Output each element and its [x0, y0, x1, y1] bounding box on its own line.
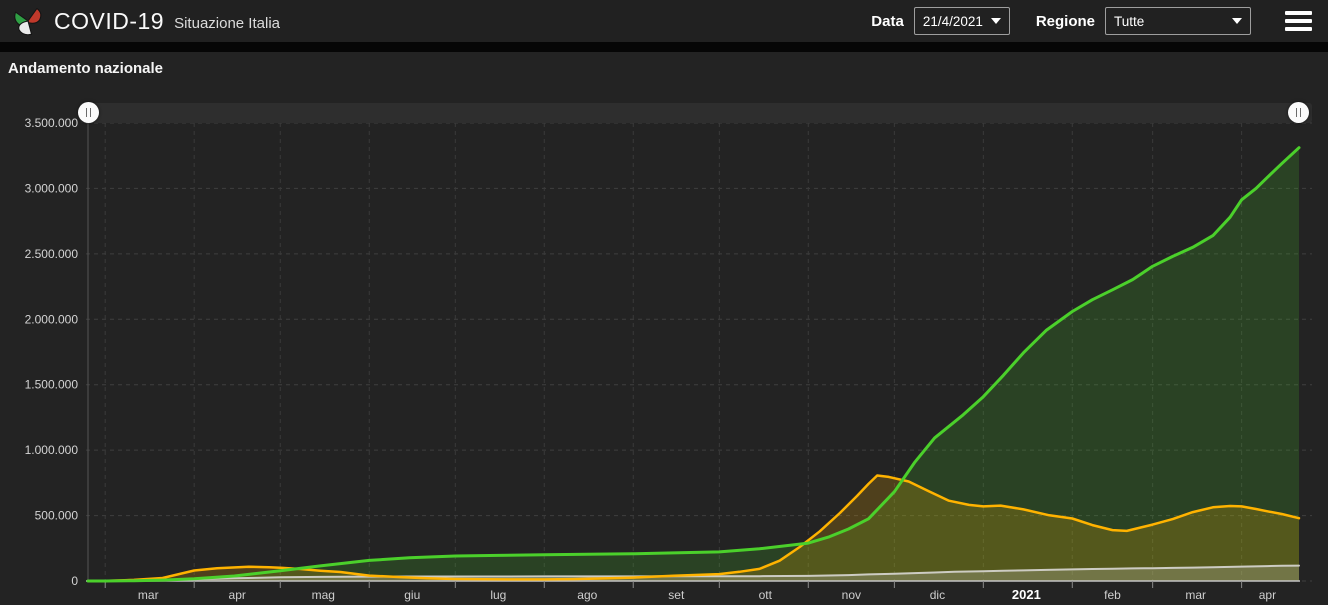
svg-text:2.000.000: 2.000.000 [25, 312, 79, 326]
svg-text:3.000.000: 3.000.000 [25, 181, 79, 195]
svg-text:2.500.000: 2.500.000 [25, 247, 79, 261]
svg-text:ott: ott [759, 588, 773, 602]
chart-areas [88, 147, 1299, 581]
svg-text:1.500.000: 1.500.000 [25, 378, 79, 392]
slider-grip-icon [1296, 108, 1301, 117]
svg-text:3.500.000: 3.500.000 [25, 116, 79, 130]
svg-text:dic: dic [930, 588, 945, 602]
svg-text:mar: mar [138, 588, 159, 602]
svg-text:feb: feb [1104, 588, 1121, 602]
date-range-slider-track[interactable] [80, 103, 1312, 123]
svg-text:giu: giu [404, 588, 420, 602]
date-range-slider-handle-left[interactable] [78, 102, 99, 123]
svg-text:2021: 2021 [1012, 587, 1041, 602]
svg-text:500.000: 500.000 [35, 509, 79, 523]
trend-chart[interactable]: 0 500.000 1.000.000 1.500.000 2.000.000 2.500… [0, 0, 1328, 605]
svg-text:nov: nov [842, 588, 861, 602]
svg-text:mag: mag [312, 588, 335, 602]
svg-text:mar: mar [1185, 588, 1206, 602]
svg-text:apr: apr [229, 588, 246, 602]
y-axis-labels: 0 500.000 1.000.000 1.500.000 2.000.000 2.500… [25, 116, 79, 588]
svg-text:set: set [668, 588, 685, 602]
date-range-slider-handle-right[interactable] [1288, 102, 1309, 123]
svg-text:lug: lug [490, 588, 506, 602]
svg-text:0: 0 [71, 574, 78, 588]
svg-text:ago: ago [577, 588, 597, 602]
x-axis-labels: mar apr mag giu lug ago set ott nov dic 2021 feb mar… [138, 587, 1276, 602]
svg-text:apr: apr [1259, 588, 1276, 602]
slider-grip-icon [86, 108, 91, 117]
svg-text:1.000.000: 1.000.000 [25, 443, 79, 457]
